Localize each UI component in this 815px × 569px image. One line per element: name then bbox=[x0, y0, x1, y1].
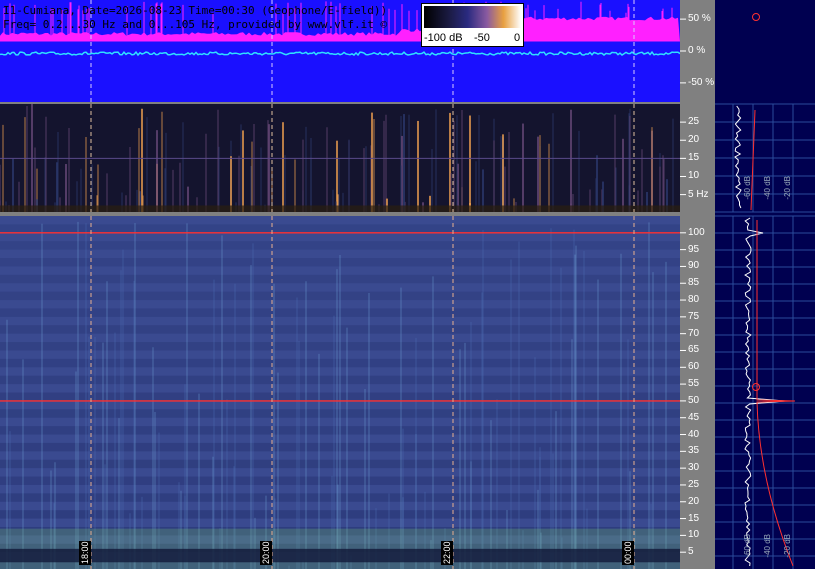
side-spectrum-bottom-tick-label: -20 dB bbox=[783, 534, 792, 558]
spectrogram-main-tick-label: 55 bbox=[688, 378, 700, 390]
spectrogram-main-tick-label: 20 bbox=[688, 495, 700, 507]
amplitude-tick-label: -50 % bbox=[688, 76, 715, 88]
label-layer: 50 % 0 % -50 % 25 20 15 10 5 Hz 100 95 90 85 80 75 70 6… bbox=[0, 0, 815, 569]
spectrogram-main-tick-label: 85 bbox=[688, 277, 700, 289]
spectrogram-low-tick-label: 5 Hz bbox=[688, 188, 709, 200]
spectrogram-main-tick-label: 45 bbox=[688, 411, 700, 423]
spectrogram-main-tick-label: 25 bbox=[688, 478, 700, 490]
spectrogram-main-tick-label: 15 bbox=[688, 512, 700, 524]
side-spectrum-top-tick-label: -40 dB bbox=[763, 176, 772, 200]
spectrogram-main-tick-label: 60 bbox=[688, 361, 700, 373]
side-spectrum-bottom-tick-label: -60 dB bbox=[743, 534, 752, 558]
side-spectrum-bottom-tick-label: -40 dB bbox=[763, 534, 772, 558]
side-spectrum-top-tick-label: -20 dB bbox=[783, 176, 792, 200]
spectrogram-main-tick-label: 30 bbox=[688, 462, 700, 474]
spectrogram-low-tick-label: 25 bbox=[688, 116, 700, 128]
time-label: 22:00 bbox=[441, 541, 453, 565]
spectrogram-main-tick-label: 90 bbox=[688, 260, 700, 272]
spectrogram-main-tick-label: 80 bbox=[688, 294, 700, 306]
spectrogram-main-tick-label: 5 bbox=[688, 546, 694, 558]
spectrogram-main-tick-label: 35 bbox=[688, 445, 700, 457]
time-label: 20:00 bbox=[260, 541, 272, 565]
spectrogram-main-tick-label: 65 bbox=[688, 344, 700, 356]
spectrogram-main-tick-label: 10 bbox=[688, 529, 700, 541]
spectrogram-main-tick-label: 50 bbox=[688, 394, 700, 406]
amplitude-tick-label: 0 % bbox=[688, 45, 706, 56]
spectrogram-main-tick-label: 70 bbox=[688, 327, 700, 339]
spectrogram-main-tick-label: 40 bbox=[688, 428, 700, 440]
time-label: 00:00 bbox=[622, 541, 634, 565]
side-spectrum-top-tick-label: -60 dB bbox=[743, 176, 752, 200]
spectrogram-main-tick-label: 100 bbox=[688, 226, 705, 238]
time-label: 18:00 bbox=[79, 541, 91, 565]
amplitude-tick-label: 50 % bbox=[688, 13, 711, 25]
spectrogram-low-tick-label: 20 bbox=[688, 134, 700, 146]
spectrogram-display: I1-Cumiana, Date=2026-08-23 Time=00:30 (… bbox=[0, 0, 815, 569]
spectrogram-main-tick-label: 95 bbox=[688, 243, 700, 255]
spectrogram-main-tick-label: 75 bbox=[688, 310, 700, 322]
spectrogram-low-tick-label: 15 bbox=[688, 152, 700, 164]
spectrogram-low-tick-label: 10 bbox=[688, 170, 700, 182]
